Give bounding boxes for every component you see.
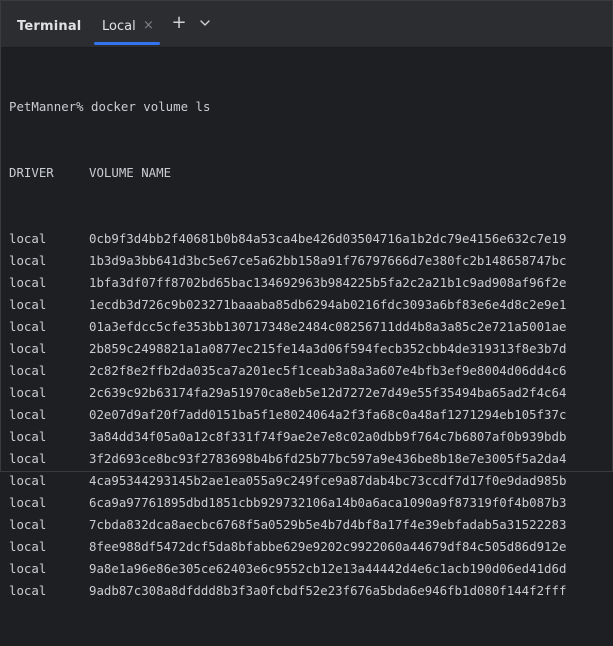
volume-row: local 0cb9f3d4bb2f40681b0b84a53ca4be426d0… bbox=[9, 228, 612, 250]
volume-name: 3a84dd34f05a0a12c8f331f74f9ae2e7e8c02a0d… bbox=[89, 429, 567, 444]
volume-name: 4ca95344293145b2ae1ea055a9c249fce9a87dab… bbox=[89, 473, 567, 488]
volume-name: 1b3d9a3bb641d3bc5e67ce5a62bb158a91f76797… bbox=[89, 253, 567, 268]
volume-row: local 9a8e1a96e86e305ce62403e6c9552cb12e1… bbox=[9, 558, 612, 580]
volume-list: local 0cb9f3d4bb2f40681b0b84a53ca4be426d0… bbox=[9, 228, 612, 602]
volume-row: local 02e07d9af20f7add0151ba5f1e8024064a2… bbox=[9, 404, 612, 426]
volume-row: local 01a3efdcc5cfe353bb130717348e2484c08… bbox=[9, 316, 612, 338]
close-icon[interactable]: × bbox=[143, 18, 154, 33]
chevron-down-icon bbox=[200, 20, 210, 26]
volume-name: 9a8e1a96e86e305ce62403e6c9552cb12e13a444… bbox=[89, 561, 567, 576]
volume-row: local 1b3d9a3bb641d3bc5e67ce5a62bb158a91f… bbox=[9, 250, 612, 272]
volume-name: 6ca9a97761895dbd1851cbb929732106a14b0a6a… bbox=[89, 495, 567, 510]
volume-name: 1bfa3df07ff8702bd65bac134692963b984225b5… bbox=[89, 275, 567, 290]
column-headers: DRIVER VOLUME NAME bbox=[9, 162, 612, 184]
volume-name: 2b859c2498821a1a0877ec215fe14a3d06f594fe… bbox=[89, 341, 567, 356]
tab-local[interactable]: Local × bbox=[90, 1, 164, 47]
volume-driver: local bbox=[9, 495, 47, 510]
volume-row: local 2c639c92b63174fa29a51970ca8eb5e12d7… bbox=[9, 382, 612, 404]
volume-row: local 9adb87c308a8dfddd8b3f3a0fcbdf52e23f… bbox=[9, 580, 612, 602]
volume-row: local 3f2d693ce8bc93f2783698b4b6fd25b77bc… bbox=[9, 448, 612, 470]
volume-driver: local bbox=[9, 253, 47, 268]
volume-name: 0cb9f3d4bb2f40681b0b84a53ca4be426d035047… bbox=[89, 231, 567, 246]
volume-name: 1ecdb3d726c9b023271baaaba85db6294ab0216f… bbox=[89, 297, 567, 312]
plus-icon: + bbox=[171, 12, 187, 33]
volume-driver: local bbox=[9, 297, 47, 312]
volume-name: 02e07d9af20f7add0151ba5f1e8024064a2f3fa6… bbox=[89, 407, 567, 422]
tool-window-title: Terminal bbox=[17, 19, 82, 34]
tab-label: Local bbox=[102, 19, 136, 34]
active-tab-indicator bbox=[94, 42, 160, 45]
driver-header: DRIVER bbox=[9, 165, 54, 180]
volume-name: 7cbda832dca8aecbc6768f5a0529b5e4b7d4bf8a… bbox=[89, 517, 567, 532]
volume-name: 9adb87c308a8dfddd8b3f3a0fcbdf52e23f676a5… bbox=[89, 583, 567, 598]
volume-row: local 3a84dd34f05a0a12c8f331f74f9ae2e7e8c… bbox=[9, 426, 612, 448]
volume-row: local 6ca9a97761895dbd1851cbb929732106a14… bbox=[9, 492, 612, 514]
new-tab-button[interactable]: + bbox=[170, 14, 188, 32]
volume-name: 01a3efdcc5cfe353bb130717348e2484c0825671… bbox=[89, 319, 567, 334]
volume-row: local 4ca95344293145b2ae1ea055a9c249fce9a… bbox=[9, 470, 612, 492]
terminal-output[interactable]: PetManner% docker volume ls DRIVER VOLUME… bbox=[9, 52, 612, 646]
volume-driver: local bbox=[9, 517, 47, 532]
volume-name: 2c639c92b63174fa29a51970ca8eb5e12d7272e7… bbox=[89, 385, 567, 400]
volume-row: local 2b859c2498821a1a0877ec215fe14a3d06f… bbox=[9, 338, 612, 360]
terminal-window: Terminal Local × + PetManner% docker vol… bbox=[0, 0, 613, 598]
volume-row: local 7cbda832dca8aecbc6768f5a0529b5e4b7d… bbox=[9, 514, 612, 536]
volume-row: local 1bfa3df07ff8702bd65bac134692963b984… bbox=[9, 272, 612, 294]
volume-name: 8fee988df5472dcf5da8bfabbe629e9202c99220… bbox=[89, 539, 567, 554]
volume-driver: local bbox=[9, 385, 47, 400]
volume-driver: local bbox=[9, 407, 47, 422]
tab-dropdown-button[interactable] bbox=[197, 15, 213, 31]
volume-row: local 1ecdb3d726c9b023271baaaba85db6294ab… bbox=[9, 294, 612, 316]
volume-name: 3f2d693ce8bc93f2783698b4b6fd25b77bc597a9… bbox=[89, 451, 567, 466]
volume-driver: local bbox=[9, 341, 47, 356]
volume-row: local 8fee988df5472dcf5da8bfabbe629e9202c… bbox=[9, 536, 612, 558]
volume-driver: local bbox=[9, 451, 47, 466]
volume-driver: local bbox=[9, 473, 47, 488]
volume-driver: local bbox=[9, 561, 47, 576]
tool-window-header: Terminal Local × + bbox=[1, 1, 612, 48]
volume-row: local 2c82f8e2ffb2da035ca7a201ec5f1ceab3a… bbox=[9, 360, 612, 382]
volume-driver: local bbox=[9, 275, 47, 290]
volume-driver: local bbox=[9, 583, 47, 598]
volume-driver: local bbox=[9, 231, 47, 246]
volume-name-header: VOLUME NAME bbox=[89, 165, 172, 180]
volume-driver: local bbox=[9, 319, 47, 334]
volume-driver: local bbox=[9, 539, 47, 554]
volume-driver: local bbox=[9, 363, 47, 378]
volume-name: 2c82f8e2ffb2da035ca7a201ec5f1ceab3a8a3a6… bbox=[89, 363, 567, 378]
volume-driver: local bbox=[9, 429, 47, 444]
command-line: PetManner% docker volume ls bbox=[9, 99, 211, 114]
